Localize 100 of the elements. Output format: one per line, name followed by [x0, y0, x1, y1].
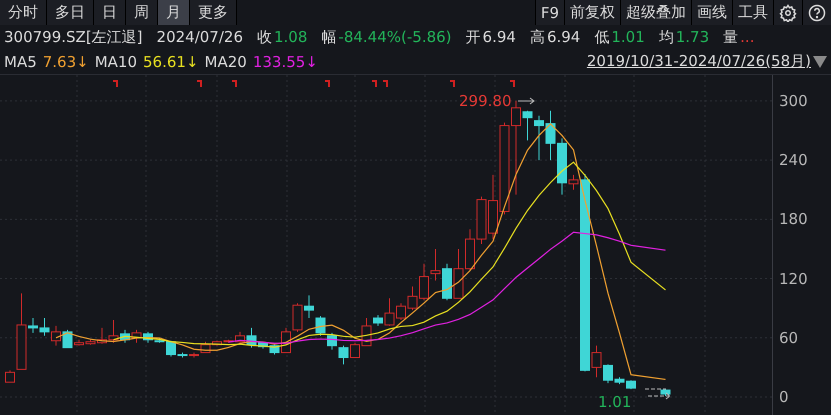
pointer-arrow: [644, 388, 671, 400]
candlestick: [603, 364, 613, 384]
toolbar-button[interactable]: 画线: [691, 0, 732, 25]
period-tab[interactable]: 周: [126, 0, 158, 25]
axis-tick-label: 180: [779, 210, 808, 228]
candlestick: [224, 339, 234, 344]
candlestick: [258, 341, 268, 350]
period-tab[interactable]: 日: [94, 0, 126, 25]
ma-value: 56.61↓: [143, 52, 199, 71]
candlestick: [488, 174, 498, 240]
candlestick: [430, 248, 440, 282]
quote-label: 高: [530, 28, 545, 46]
candlestick: [120, 329, 130, 344]
candlestick: [350, 342, 360, 358]
candlestick: [592, 345, 602, 378]
axis-tick-label: 60: [779, 328, 798, 347]
flag-icon: [450, 80, 455, 87]
pointer-arrow: [518, 98, 535, 104]
candlestick: [408, 286, 418, 311]
period-tab[interactable]: 分时: [0, 0, 47, 25]
candlestick: [362, 318, 372, 346]
candlestick: [396, 302, 406, 321]
quote-value: 1.08: [274, 28, 308, 46]
flag-icon: [325, 80, 330, 87]
quote-label: 量: [723, 28, 738, 46]
quote-date: 2024/07/26: [156, 28, 243, 46]
quote-label: 幅: [321, 28, 336, 46]
candlestick: [419, 263, 429, 301]
stock-symbol: 300799.SZ[左江退]: [4, 28, 143, 47]
candlestick: [178, 352, 188, 358]
high-price-label: 299.80: [459, 92, 512, 110]
candlestick: [534, 115, 544, 161]
axis-tick-label: 300: [779, 92, 808, 110]
candlestick: [108, 320, 118, 344]
help-button[interactable]: [802, 0, 831, 25]
flag-icon: [197, 80, 202, 87]
candlestick: [246, 327, 256, 348]
period-tab[interactable]: 更多: [190, 0, 237, 25]
quote-value: -84.44%(-5.86): [338, 28, 452, 46]
candlestick: [212, 340, 222, 346]
candlestick: [200, 341, 210, 354]
settings-button[interactable]: [773, 0, 802, 25]
candlestick: [660, 388, 670, 397]
candlestick: [292, 302, 302, 332]
candlestick: [235, 331, 245, 344]
axis-tick-label: 240: [779, 151, 808, 170]
candlestick: [465, 228, 475, 272]
date-range-link[interactable]: 2019/10/31-2024/07/26(58月): [586, 52, 811, 72]
candlestick: [74, 339, 84, 346]
candlestick: [476, 196, 486, 245]
toolbar-button[interactable]: F9: [534, 0, 564, 25]
ma-label: MA10: [94, 52, 138, 71]
candlestick: [557, 138, 567, 196]
candlestick: [454, 248, 464, 299]
candlestick: [338, 345, 348, 365]
candlestick: [546, 110, 556, 161]
axis-tick-label: 120: [779, 270, 808, 288]
axis-tick-label: 0: [779, 388, 789, 406]
candlestick: [28, 318, 38, 334]
candlestick: [143, 331, 153, 344]
candlestick: [189, 352, 199, 358]
dropdown-icon[interactable]: [813, 56, 827, 68]
quote-label: 低: [594, 28, 610, 46]
toolbar-button[interactable]: 工具: [732, 0, 773, 25]
quote-label: 收: [257, 28, 272, 46]
ma-label: MA20: [204, 52, 247, 71]
candlestick: [86, 339, 96, 346]
ma-value: 7.63↓: [42, 52, 89, 71]
candlestick: [522, 110, 532, 141]
candlestick: [568, 174, 578, 190]
flag-icon: [113, 80, 118, 87]
quote-label: 开: [466, 28, 481, 46]
ma-value: 133.55↓: [252, 52, 318, 71]
settings-icon: [779, 4, 797, 22]
candlestick: [166, 340, 176, 358]
quote-value: 1.73: [676, 28, 710, 46]
help-icon: [808, 4, 826, 22]
ma-label: MA5: [4, 52, 37, 71]
toolbar-button[interactable]: 前复权: [564, 0, 620, 25]
candlestick: [40, 318, 50, 336]
candlestick: [51, 325, 61, 346]
candlestick: [154, 337, 164, 344]
toolbar-button[interactable]: 超级叠加: [620, 0, 691, 25]
quote-label: 均: [658, 28, 674, 46]
candlestick: [97, 327, 107, 344]
flag-icon: [510, 80, 515, 87]
quote-value: 6.94: [546, 28, 580, 46]
period-tab[interactable]: 多日: [47, 0, 94, 25]
quote-value: 1.01: [611, 28, 645, 46]
period-tab[interactable]: 月: [158, 0, 190, 25]
candlestick: [614, 376, 624, 385]
candlestick: [316, 316, 326, 336]
flag-icon: [232, 80, 237, 87]
candlestick: [132, 329, 142, 344]
candlestick: [373, 314, 383, 326]
candlestick: [62, 329, 72, 348]
low-price-label: 1.01: [598, 393, 632, 411]
candlestick: [5, 370, 15, 383]
quote-value: 6.94: [482, 28, 516, 46]
quote-value: ...: [740, 28, 754, 46]
